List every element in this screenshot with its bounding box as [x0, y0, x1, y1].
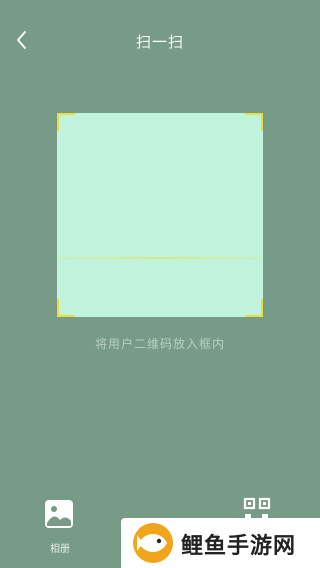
scan-corner-top-left	[57, 113, 75, 131]
watermark-text: 鲤鱼手游网	[181, 534, 297, 559]
carp-logo-icon	[133, 523, 173, 563]
scan-hint: 将用户二维码放入框内	[94, 337, 225, 351]
page-title: 扫一扫	[135, 33, 184, 51]
scan-corner-top-right	[245, 113, 263, 131]
album-label: 相册	[50, 544, 70, 555]
album-button[interactable]: 相册	[40, 495, 82, 559]
scan-corner-bottom-left	[57, 299, 75, 317]
scan-line	[57, 257, 263, 259]
scan-frame	[57, 113, 263, 317]
header: 扫一扫	[0, 0, 320, 80]
watermark: 鲤鱼手游网	[121, 518, 320, 568]
scan-corner-bottom-right	[245, 299, 263, 317]
image-icon	[45, 500, 73, 528]
